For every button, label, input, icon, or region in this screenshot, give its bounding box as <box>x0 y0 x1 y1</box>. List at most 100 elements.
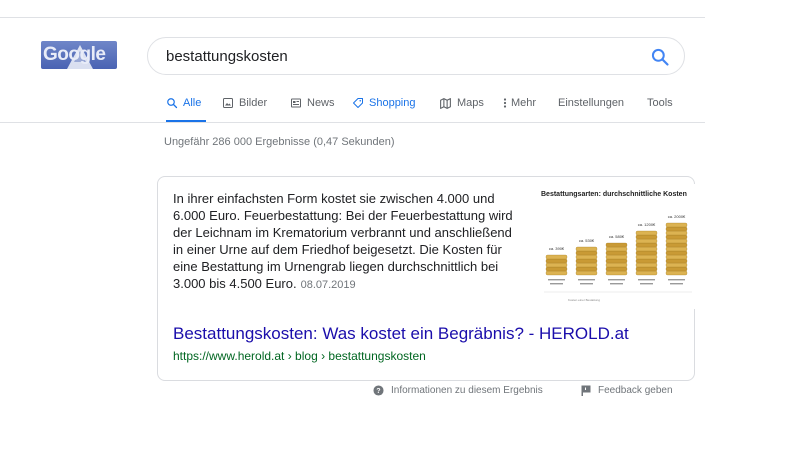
map-icon <box>440 97 451 109</box>
tab-bilder[interactable]: Bilder <box>222 94 267 112</box>
tab-label: Shopping <box>369 97 416 109</box>
coin <box>575 266 598 272</box>
coin <box>665 258 688 264</box>
svg-text:?: ? <box>376 388 380 395</box>
coin <box>665 226 688 232</box>
coin <box>665 230 688 236</box>
search-input[interactable] <box>166 38 636 74</box>
logo-text: Google <box>43 44 106 65</box>
search-icon <box>167 98 178 109</box>
tab-alle[interactable]: Alle <box>166 94 201 112</box>
category-caption <box>608 279 625 281</box>
coin <box>605 266 628 272</box>
tab-label: News <box>307 97 335 109</box>
snippet-image-footnote: Kosten einer Bestattung <box>568 298 600 302</box>
coin <box>605 262 628 268</box>
tab-shopping[interactable]: Shopping <box>352 94 416 112</box>
price-label: ca. 1200€ <box>638 222 656 227</box>
coin <box>575 246 598 252</box>
coin <box>635 246 658 252</box>
feedback-label: Feedback geben <box>598 385 673 396</box>
tab-mehr[interactable]: Mehr <box>502 94 536 112</box>
top-divider <box>0 17 705 18</box>
price-label: ca. 2000€ <box>668 214 686 219</box>
category-caption <box>550 283 563 285</box>
coin <box>635 250 658 256</box>
coin <box>635 230 658 236</box>
coin <box>575 262 598 268</box>
tab-label: Einstellungen <box>558 97 625 109</box>
category-caption <box>638 279 655 281</box>
coin <box>635 238 658 244</box>
tab-label: Tools <box>647 97 673 109</box>
google-doodle-logo[interactable]: Google <box>41 41 117 69</box>
search-box[interactable] <box>147 37 685 75</box>
tab-label: Alle <box>183 97 202 109</box>
coin <box>665 234 688 240</box>
coin <box>545 258 568 264</box>
category-caption <box>670 283 683 285</box>
category-caption <box>580 283 593 285</box>
coin <box>575 250 598 256</box>
tabs-divider <box>0 122 705 123</box>
category-caption <box>578 279 595 281</box>
tag-icon <box>353 98 363 108</box>
snippet-image-coin-chart[interactable]: Bestattungsarten: durchschnittliche Kost… <box>538 184 698 309</box>
snippet-text: In ihrer einfachsten Form kostet sie zwi… <box>173 190 518 294</box>
news-icon <box>291 98 301 108</box>
coin <box>635 262 658 268</box>
coin <box>665 242 688 248</box>
tab-tools[interactable]: Tools <box>647 94 673 112</box>
coin <box>575 270 598 276</box>
coin <box>545 266 568 272</box>
price-label: ca. 530€ <box>579 238 595 243</box>
coin <box>575 258 598 264</box>
coin <box>635 270 658 276</box>
about-result-label: Informationen zu diesem Ergebnis <box>391 385 543 396</box>
feedback-link[interactable]: Feedback geben <box>581 385 673 396</box>
category-caption <box>640 283 653 285</box>
coin <box>665 270 688 276</box>
coin <box>545 262 568 268</box>
coin <box>605 258 628 264</box>
tab-label: Maps <box>457 97 484 109</box>
category-caption <box>668 279 685 281</box>
help-circle-icon: ? <box>373 385 384 396</box>
tab-label: Mehr <box>511 97 537 109</box>
snippet-date: 08.07.2019 <box>300 279 356 291</box>
coin <box>635 242 658 248</box>
snippet-body: In ihrer einfachsten Form kostet sie zwi… <box>173 191 513 291</box>
tab-label: Bilder <box>239 97 268 109</box>
result-title-link[interactable]: Bestattungskosten: Was kostet ein Begräb… <box>173 324 629 344</box>
coin <box>665 246 688 252</box>
coin <box>635 266 658 272</box>
coin <box>635 234 658 240</box>
price-label: ca. 580€ <box>609 234 625 239</box>
coin <box>665 222 688 228</box>
category-caption <box>610 283 623 285</box>
coin <box>605 250 628 256</box>
coin <box>665 254 688 260</box>
search-icon[interactable] <box>650 47 670 67</box>
coin <box>665 266 688 272</box>
tab-maps[interactable]: Maps <box>439 94 484 112</box>
coin <box>635 258 658 264</box>
coin <box>545 270 568 276</box>
coin <box>605 254 628 260</box>
coin <box>575 254 598 260</box>
price-label: ca. 390€ <box>549 246 565 251</box>
feedback-flag-icon <box>581 385 591 396</box>
coin <box>665 250 688 256</box>
more-vertical-icon <box>503 98 507 108</box>
coin <box>665 238 688 244</box>
coin <box>635 254 658 260</box>
tab-einstellungen[interactable]: Einstellungen <box>558 94 624 112</box>
result-url[interactable]: https://www.herold.at › blog › bestattun… <box>173 349 426 363</box>
about-result-link[interactable]: ? Informationen zu diesem Ergebnis <box>373 385 543 396</box>
coin <box>545 254 568 260</box>
image-icon <box>223 98 233 108</box>
category-caption <box>548 279 565 281</box>
featured-snippet-card: In ihrer einfachsten Form kostet sie zwi… <box>157 176 698 381</box>
coin <box>605 270 628 276</box>
tab-news[interactable]: News <box>290 94 335 112</box>
